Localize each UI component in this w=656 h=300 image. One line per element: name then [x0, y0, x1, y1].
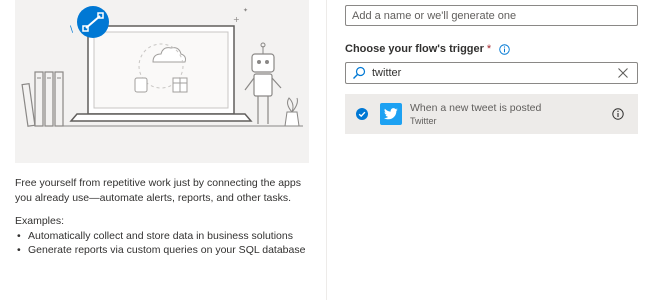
examples-label: Examples: [15, 215, 65, 227]
info-icon[interactable] [499, 43, 510, 55]
examples-list: Automatically collect and store data in … [15, 229, 305, 257]
panel-divider [326, 0, 327, 300]
flow-icon [77, 6, 109, 38]
twitter-bird-icon [384, 108, 398, 120]
clear-icon[interactable] [617, 67, 629, 79]
search-icon [352, 66, 366, 80]
trigger-label: Choose your flow's trigger * [345, 43, 510, 55]
svg-text:+: + [233, 15, 240, 24]
example-item: Automatically collect and store data in … [15, 229, 305, 243]
trigger-search-input[interactable] [366, 64, 617, 82]
left-panel: + ✦ \ Free yourself from repetitive work… [0, 0, 326, 300]
check-circle-icon [356, 108, 368, 120]
laptop-illustration: + ✦ \ [21, 6, 303, 127]
example-item: Generate reports via custom queries on y… [15, 243, 305, 257]
flow-name-input[interactable] [345, 5, 638, 26]
trigger-search-box[interactable] [345, 62, 638, 84]
trigger-option[interactable]: When a new tweet is posted Twitter [345, 94, 638, 134]
required-mark: * [486, 43, 492, 55]
svg-text:\: \ [70, 25, 74, 35]
intro-text: Free yourself from repetitive work just … [15, 177, 301, 204]
twitter-connector-icon [380, 103, 402, 125]
right-panel: Choose your flow's trigger * [345, 0, 640, 300]
trigger-label-text: Choose your flow's trigger [345, 43, 484, 55]
trigger-connector-name: Twitter [410, 115, 437, 126]
trigger-name: When a new tweet is posted [410, 101, 542, 114]
hero-illustration: + ✦ \ [15, 0, 309, 163]
trigger-texts: When a new tweet is posted Twitter [410, 101, 612, 128]
details-info-icon[interactable] [612, 108, 624, 120]
svg-text:✦: ✦ [243, 7, 248, 14]
